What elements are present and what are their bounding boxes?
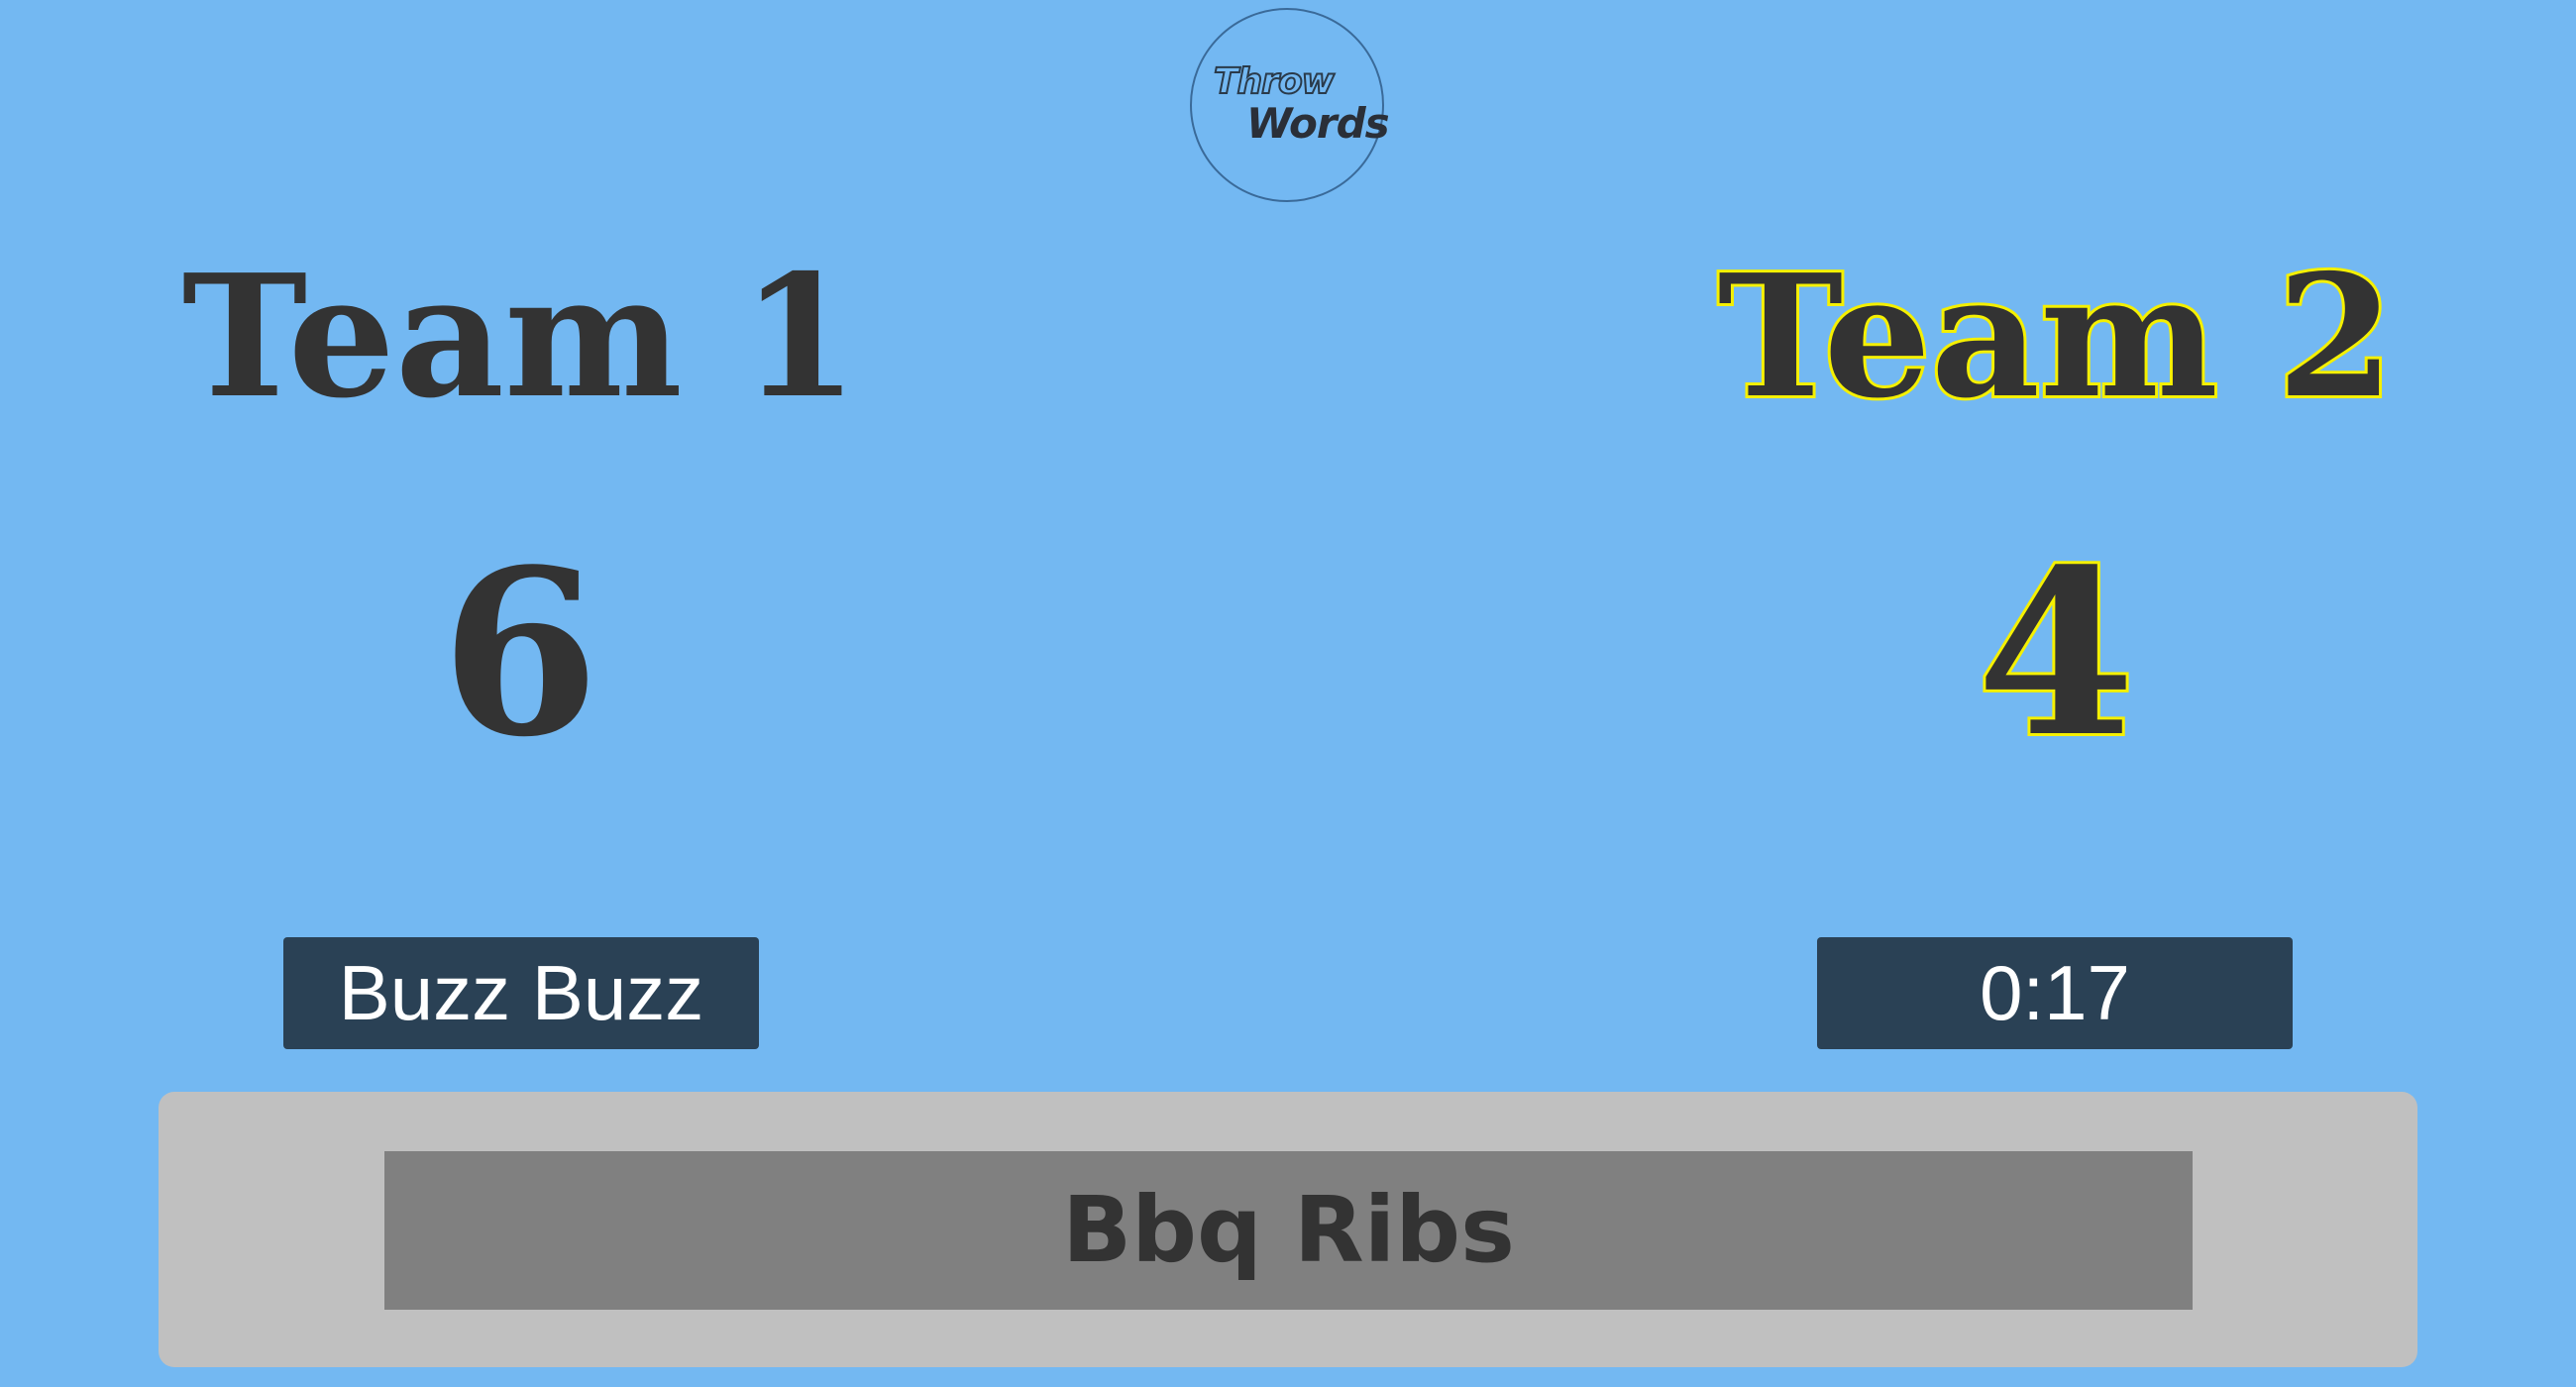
team-2-name: Team 2 (1715, 235, 2398, 439)
timer-display[interactable]: 0:17 (1817, 937, 2293, 1049)
team-1-name: Team 1 (181, 238, 859, 436)
current-word: Bbq Ribs (384, 1151, 2193, 1310)
logo-line-1: Throw (1213, 60, 1336, 103)
team-2-score: 4 (1974, 520, 2138, 788)
throw-words-logo: Throw Words (1190, 8, 1390, 202)
word-panel: Bbq Ribs (159, 1092, 2417, 1367)
buzz-button[interactable]: Buzz Buzz (283, 937, 759, 1049)
team-1-score: 6 (440, 520, 600, 788)
logo-line-2: Words (1246, 99, 1390, 148)
